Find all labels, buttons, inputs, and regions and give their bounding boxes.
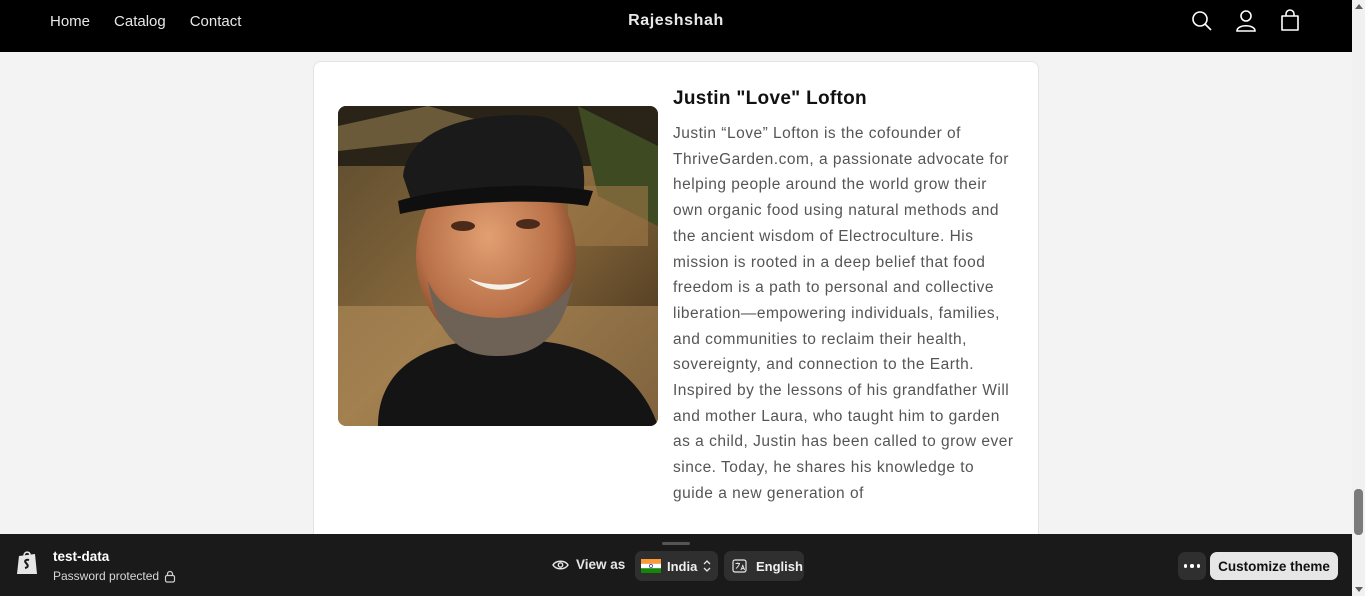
language-selector[interactable]: English [724, 551, 804, 581]
store-text: test-data Password protected [53, 548, 176, 583]
main-nav: Home Catalog Contact [50, 13, 241, 30]
page-scrollbar[interactable] [1352, 0, 1365, 596]
search-icon[interactable] [1190, 8, 1214, 34]
dot [1190, 564, 1194, 568]
translate-icon [732, 559, 747, 573]
customize-theme-button[interactable]: Customize theme [1210, 552, 1338, 580]
brand-logo-text[interactable]: Rajeshshah [628, 12, 724, 29]
page: Home Catalog Contact Rajeshshah Justin "… [0, 0, 1365, 596]
scroll-down-arrow-icon[interactable] [1355, 587, 1363, 592]
nav-contact-link[interactable]: Contact [190, 13, 242, 30]
view-as-label: View as [576, 557, 626, 572]
nav-catalog-link[interactable]: Catalog [114, 13, 166, 30]
profile-description: Justin “Love” Lofton is the cofounder of… [673, 125, 1014, 502]
language-label: English [756, 558, 803, 574]
shopify-bag-icon [17, 551, 37, 574]
store-status-label: Password protected [53, 569, 160, 583]
scroll-up-arrow-icon[interactable] [1355, 4, 1363, 9]
nav-home-link[interactable]: Home [50, 13, 90, 30]
country-selector[interactable]: India [635, 551, 718, 581]
profile-card: Justin "Love" Lofton Justin “Love” Lofto… [313, 61, 1039, 534]
eye-icon [552, 560, 569, 569]
theme-preview-bar: test-data Password protected View as Ind… [0, 534, 1352, 596]
profile-bio: Justin "Love" Lofton Justin “Love” Lofto… [673, 88, 1018, 507]
more-options-button[interactable] [1178, 552, 1206, 580]
scrollbar-thumb[interactable] [1354, 489, 1363, 535]
profile-photo [338, 106, 658, 426]
account-icon[interactable] [1234, 8, 1258, 34]
dot [1196, 564, 1201, 568]
store-status: Password protected [53, 569, 176, 583]
header-icons [1190, 8, 1302, 34]
store-name: test-data [53, 549, 110, 564]
country-label: India [667, 558, 698, 574]
view-as: View as [552, 557, 625, 572]
site-header: Home Catalog Contact Rajeshshah [0, 0, 1352, 52]
cart-icon[interactable] [1278, 8, 1302, 34]
lock-icon [164, 570, 176, 583]
profile-name: Justin "Love" Lofton [673, 88, 867, 109]
india-flag-icon [641, 559, 661, 573]
dot [1183, 564, 1188, 568]
store-info: test-data Password protected [15, 548, 176, 583]
drag-handle[interactable] [662, 542, 690, 545]
chevron-up-down-icon [703, 560, 711, 572]
main-content: Justin "Love" Lofton Justin “Love” Lofto… [0, 52, 1352, 534]
